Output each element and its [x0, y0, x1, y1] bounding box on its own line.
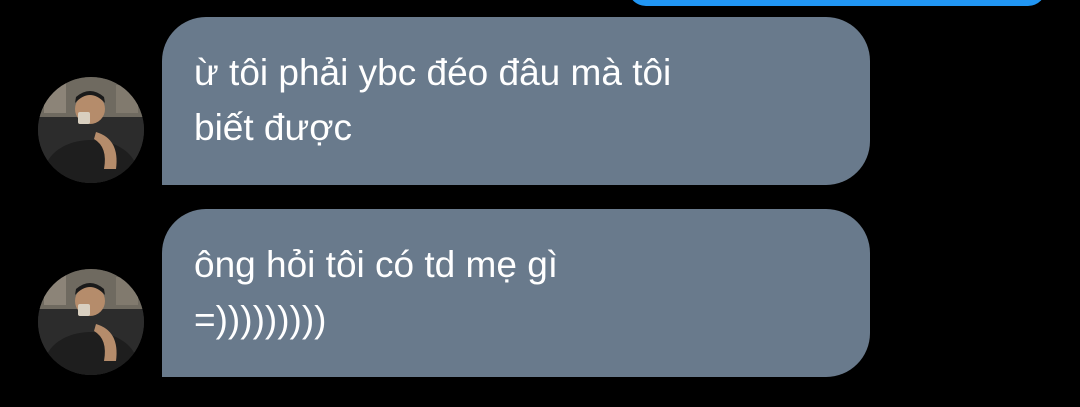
message-text: ừ tôi phải ybc đéo đâu mà tôi biết được [194, 52, 672, 148]
message-row: ừ tôi phải ybc đéo đâu mà tôi biết được [0, 17, 1080, 185]
avatar-photo-icon [38, 269, 144, 375]
chat-screen: ừ tôi phải ybc đéo đâu mà tôi biết được … [0, 0, 1080, 407]
message-text: ông hỏi tôi có td mẹ gì =))))))))) [194, 244, 559, 340]
received-message-bubble[interactable]: ừ tôi phải ybc đéo đâu mà tôi biết được [162, 17, 870, 185]
message-row: ông hỏi tôi có td mẹ gì =))))))))) [0, 209, 1080, 377]
sent-message-bubble[interactable] [628, 0, 1046, 6]
received-message-bubble[interactable]: ông hỏi tôi có td mẹ gì =))))))))) [162, 209, 870, 377]
avatar-photo-icon [38, 77, 144, 183]
contact-avatar[interactable] [38, 77, 144, 183]
contact-avatar[interactable] [38, 269, 144, 375]
